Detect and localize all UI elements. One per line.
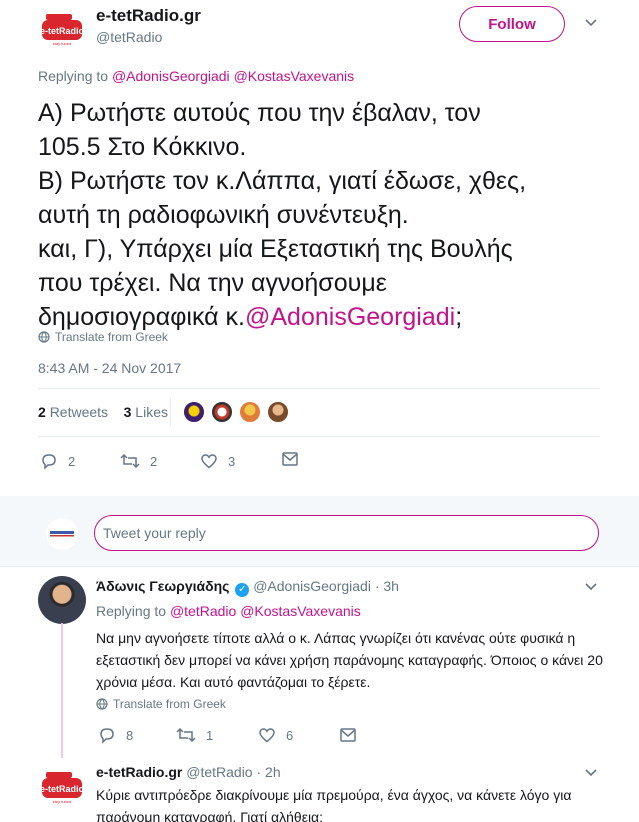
direct-message-action[interactable] [340, 728, 356, 742]
stats-separator [170, 398, 171, 426]
radio-logo-icon: e-tetRadio stay tuned [40, 14, 85, 46]
tweet-text-mention[interactable]: @AdonisGeorgiadi [245, 303, 455, 331]
tweet-author-handle[interactable]: @tetRadio [96, 29, 162, 45]
retweet-icon [120, 453, 140, 469]
user-logo-icon [50, 531, 74, 537]
chevron-down-icon[interactable] [584, 580, 598, 594]
like-count: 6 [286, 727, 294, 743]
retweet-count: 2 [150, 453, 158, 469]
reply2-author-name[interactable]: e-tetRadio.gr [96, 764, 182, 780]
liker-avatar[interactable] [238, 400, 262, 424]
globe-icon [38, 331, 50, 343]
thread-connector [61, 623, 63, 758]
svg-text:e-tetRadio: e-tetRadio [40, 784, 85, 794]
replying-to-line: Replying to @AdonisGeorgiadi @KostasVaxe… [38, 68, 354, 84]
likes-stat[interactable]: 3 Likes [124, 404, 168, 420]
translate-link[interactable]: Translate from Greek [96, 697, 226, 711]
tweet-text-end: ; [455, 303, 463, 331]
chevron-down-icon[interactable] [584, 16, 598, 30]
radio-logo-icon: e-tetRadio stay tuned [40, 772, 85, 804]
tweet-text: Α) Ρωτήστε αυτούς που την έβαλαν, τον 10… [38, 96, 598, 334]
reply2-author-handle[interactable]: @tetRadio [186, 764, 252, 780]
likes-count: 3 [123, 404, 132, 420]
reply1-time[interactable]: · 3h [375, 578, 399, 594]
globe-icon [96, 698, 108, 710]
envelope-icon [282, 452, 298, 466]
translate-link[interactable]: Translate from Greek [38, 330, 168, 344]
heart-icon [259, 728, 275, 743]
svg-text:e-tetRadio: e-tetRadio [40, 26, 85, 36]
tweet-author-name[interactable]: e-tetRadio.gr [96, 6, 201, 26]
retweets-label: Retweets [49, 404, 109, 420]
retweets-stat[interactable]: 2 Retweets [38, 404, 108, 420]
divider [38, 388, 600, 389]
envelope-icon [340, 728, 356, 742]
like-action[interactable]: 6 [258, 726, 293, 744]
replying-prefix: Replying to [38, 68, 109, 84]
mention-link[interactable]: @KostasVaxevanis [234, 68, 355, 84]
like-action[interactable]: 3 [200, 452, 235, 470]
direct-message-action[interactable] [282, 452, 298, 466]
verified-badge-icon: ✓ [235, 583, 250, 597]
reply1-replying-to: Replying to @tetRadio @KostasVaxevanis [96, 603, 361, 619]
reply-count: 8 [126, 727, 134, 743]
divider [38, 436, 600, 437]
reply-icon [100, 728, 114, 744]
reply1-text: Να μην αγνοήσετε τίποτε αλλά ο κ. Λάπας … [96, 630, 603, 690]
liker-avatar[interactable] [210, 400, 234, 424]
reply1-author-handle[interactable]: @AdonisGeorgiadi [253, 578, 371, 594]
retweet-action[interactable]: 1 [176, 726, 213, 744]
mention-link[interactable]: @tetRadio [170, 603, 236, 619]
reply-action[interactable]: 8 [98, 726, 133, 744]
tetradio-avatar[interactable]: e-tetRadio stay tuned [38, 762, 86, 810]
liker-avatar[interactable] [266, 400, 290, 424]
follow-button[interactable]: Follow [459, 6, 565, 42]
tetradio-avatar[interactable]: e-tetRadio stay tuned [38, 4, 86, 52]
reply1-header: Άδωνις Γεωργιάδης ✓ @AdonisGeorgiadi · 3… [96, 578, 399, 597]
divider [0, 566, 639, 567]
retweet-action[interactable]: 2 [120, 452, 157, 470]
like-count: 3 [228, 453, 236, 469]
chevron-down-icon[interactable] [584, 766, 598, 780]
tweet-text-body: Α) Ρωτήστε αυτούς που την έβαλαν, τον 10… [38, 99, 527, 331]
reply-count: 2 [68, 453, 76, 469]
translate-label[interactable]: Translate from Greek [113, 697, 226, 711]
adonis-avatar[interactable] [38, 576, 86, 624]
tweet-timestamp[interactable]: 8:43 AM - 24 Nov 2017 [38, 360, 181, 376]
reply-icon [42, 454, 56, 470]
svg-text:stay tuned: stay tuned [53, 799, 71, 804]
reply-input[interactable]: Tweet your reply [94, 515, 599, 551]
liker-avatar[interactable] [182, 400, 206, 424]
current-user-avatar[interactable] [46, 518, 78, 550]
reply2-time[interactable]: · 2h [256, 764, 280, 780]
reply2-header: e-tetRadio.gr @tetRadio · 2h [96, 764, 281, 780]
translate-label[interactable]: Translate from Greek [55, 330, 168, 344]
svg-text:stay tuned: stay tuned [53, 41, 71, 46]
mention-link[interactable]: @AdonisGeorgiadi [112, 68, 230, 84]
retweet-icon [176, 727, 196, 743]
reply-action[interactable]: 2 [40, 452, 75, 470]
reply1-author-name[interactable]: Άδωνις Γεωργιάδης [96, 578, 229, 594]
retweet-count: 1 [206, 727, 214, 743]
mention-link[interactable]: @KostasVaxevanis [240, 603, 361, 619]
tweet-stats: 2 Retweets 3 Likes [38, 404, 168, 420]
likes-label: Likes [135, 404, 168, 420]
reply2-text: Κύριε αντιπρόεδρε διακρίνουμε μία πρεμού… [96, 787, 572, 822]
replying-prefix: Replying to [96, 603, 167, 619]
retweets-count: 2 [38, 404, 46, 420]
heart-icon [201, 454, 217, 469]
